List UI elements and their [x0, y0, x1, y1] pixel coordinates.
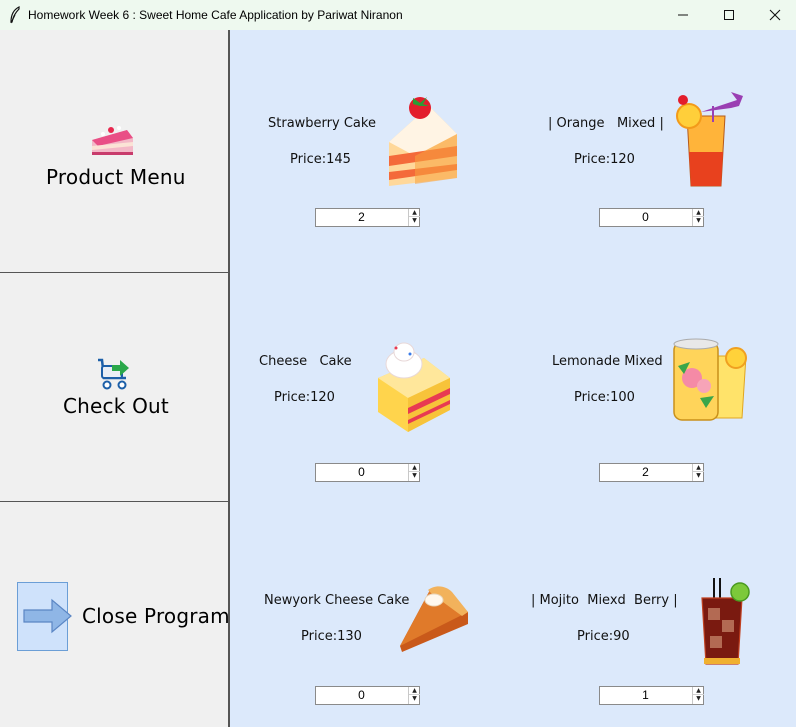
- product-grid: Strawberry Cake Price:145 2 ▲ ▼ | Orange…: [230, 30, 796, 727]
- increment-arrow-icon[interactable]: ▲: [409, 209, 420, 217]
- stepper-arrows: ▲ ▼: [408, 687, 420, 704]
- title-bar: Homework Week 6 : Sweet Home Cafe Applic…: [0, 0, 796, 30]
- quantity-stepper[interactable]: 2 ▲ ▼: [315, 208, 420, 227]
- quantity-stepper[interactable]: 0 ▲ ▼: [315, 463, 420, 482]
- increment-arrow-icon[interactable]: ▲: [693, 464, 704, 472]
- decrement-arrow-icon[interactable]: ▼: [409, 472, 420, 480]
- quantity-value: 0: [358, 688, 365, 702]
- product-menu-label: Product Menu: [46, 165, 186, 189]
- quantity-stepper[interactable]: 1 ▲ ▼: [599, 686, 704, 705]
- maximize-icon: [724, 10, 734, 20]
- arrow-right-icon: [17, 582, 72, 651]
- stepper-arrows: ▲ ▼: [408, 464, 420, 481]
- quantity-value: 2: [642, 465, 649, 479]
- strawberry-cake-icon: [389, 97, 457, 186]
- close-icon: [769, 9, 781, 21]
- mojito-berry-icon: [701, 578, 750, 665]
- increment-arrow-icon[interactable]: ▲: [693, 687, 704, 695]
- quantity-value: 0: [358, 465, 365, 479]
- feather-icon: [10, 6, 20, 24]
- quantity-stepper[interactable]: 0 ▲ ▼: [599, 208, 704, 227]
- quantity-value: 0: [642, 210, 649, 224]
- product-price: Price:130: [301, 629, 362, 644]
- minimize-button[interactable]: [660, 0, 706, 30]
- close-program-button[interactable]: Close Program: [0, 503, 230, 727]
- product-name: Newyork Cheese Cake: [264, 593, 410, 608]
- window-title: Homework Week 6 : Sweet Home Cafe Applic…: [28, 8, 403, 22]
- maximize-button[interactable]: [706, 0, 752, 30]
- cake-slice-icon: [92, 126, 133, 155]
- decrement-arrow-icon[interactable]: ▼: [409, 695, 420, 703]
- stepper-arrows: ▲ ▼: [408, 209, 420, 226]
- stepper-arrows: ▲ ▼: [692, 687, 704, 704]
- minimize-icon: [678, 14, 688, 16]
- stepper-arrows: ▲ ▼: [692, 209, 704, 226]
- product-price: Price:145: [290, 152, 351, 167]
- close-program-label: Close Program: [82, 604, 230, 628]
- product-price: Price:120: [274, 390, 335, 405]
- product-price: Price:90: [577, 629, 630, 644]
- increment-arrow-icon[interactable]: ▲: [693, 209, 704, 217]
- product-price: Price:100: [574, 390, 635, 405]
- close-window-button[interactable]: [752, 0, 796, 30]
- product-menu-button[interactable]: Product Menu: [0, 30, 228, 273]
- decrement-arrow-icon[interactable]: ▼: [693, 472, 704, 480]
- check-out-label: Check Out: [63, 394, 169, 418]
- increment-arrow-icon[interactable]: ▲: [409, 687, 420, 695]
- product-name: | Orange Mixed |: [548, 116, 664, 131]
- decrement-arrow-icon[interactable]: ▼: [693, 695, 704, 703]
- quantity-value: 2: [358, 210, 365, 224]
- product-name: | Mojito Miexd Berry |: [531, 593, 678, 608]
- increment-arrow-icon[interactable]: ▲: [409, 464, 420, 472]
- sidebar: Product Menu Check Out Close Program: [0, 30, 230, 727]
- quantity-stepper[interactable]: 2 ▲ ▼: [599, 463, 704, 482]
- lemonade-icon: [673, 338, 747, 421]
- decrement-arrow-icon[interactable]: ▼: [693, 217, 704, 225]
- product-name: Strawberry Cake: [268, 116, 376, 131]
- quantity-stepper[interactable]: 0 ▲ ▼: [315, 686, 420, 705]
- cheese-cake-icon: [378, 342, 450, 432]
- quantity-value: 1: [642, 688, 649, 702]
- cart-arrow-icon: [98, 358, 129, 390]
- pie-slice-icon: [400, 586, 468, 652]
- decrement-arrow-icon[interactable]: ▼: [409, 217, 420, 225]
- product-price: Price:120: [574, 152, 635, 167]
- stepper-arrows: ▲ ▼: [692, 464, 704, 481]
- check-out-button[interactable]: Check Out: [0, 274, 228, 502]
- product-name: Lemonade Mixed: [552, 354, 663, 369]
- orange-drink-icon: [676, 92, 743, 187]
- product-name: Cheese Cake: [259, 354, 352, 369]
